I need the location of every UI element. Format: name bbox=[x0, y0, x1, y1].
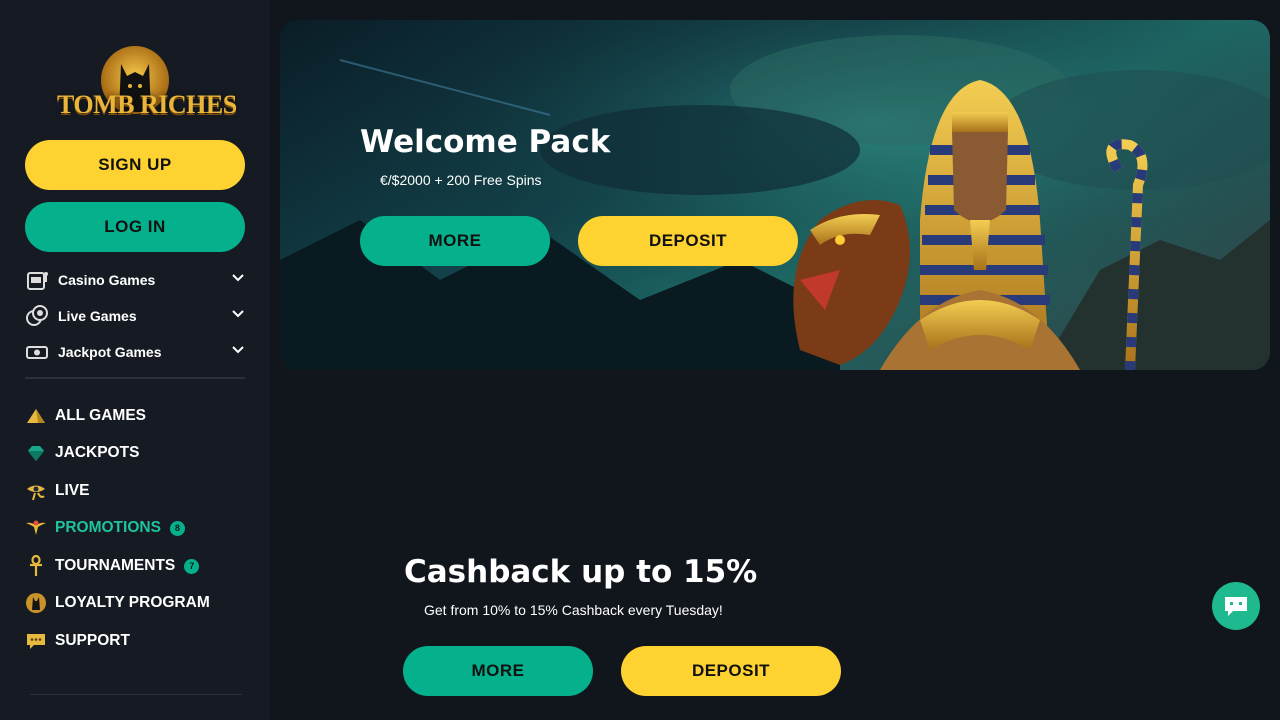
live-chat-button[interactable] bbox=[1212, 582, 1260, 630]
nav-loyalty-program[interactable]: LOYALTY PROGRAM bbox=[25, 590, 210, 616]
divider bbox=[25, 377, 245, 379]
category-live-games[interactable]: Live Games bbox=[25, 303, 245, 329]
ankh-icon bbox=[25, 555, 47, 577]
chips-icon bbox=[25, 304, 49, 328]
welcome-deposit-button[interactable]: DEPOSIT bbox=[578, 216, 798, 266]
nav-jackpots[interactable]: JACKPOTS bbox=[25, 440, 139, 466]
welcome-pack-title: Welcome Pack bbox=[360, 124, 611, 160]
cat-medallion-icon bbox=[25, 592, 47, 614]
brand-logo[interactable]: TOMB RICHES bbox=[55, 42, 237, 122]
chevron-down-icon[interactable] bbox=[231, 343, 245, 360]
nav-tournaments[interactable]: TOURNAMENTS 7 bbox=[25, 553, 200, 579]
banner-background-art bbox=[280, 20, 1270, 370]
nav-label: SUPPORT bbox=[55, 632, 130, 649]
promotions-count-badge: 8 bbox=[169, 520, 185, 536]
nav-label: JACKPOTS bbox=[55, 444, 140, 461]
cashback-more-button[interactable]: MORE bbox=[403, 646, 593, 696]
log-in-button[interactable]: LOG IN bbox=[25, 202, 245, 252]
slot-machine-icon bbox=[25, 268, 49, 292]
nav-label: ALL GAMES bbox=[55, 407, 146, 424]
cashback-title: Cashback up to 15% bbox=[404, 554, 758, 590]
gem-icon bbox=[25, 442, 47, 464]
tournaments-count-badge: 7 bbox=[184, 558, 200, 574]
category-label: Live Games bbox=[58, 308, 137, 324]
chevron-down-icon[interactable] bbox=[231, 307, 245, 324]
winged-scarab-icon bbox=[25, 517, 47, 539]
divider bbox=[30, 694, 242, 695]
logo-text: TOMB RICHES bbox=[57, 90, 237, 119]
category-jackpot-games[interactable]: Jackpot Games bbox=[25, 339, 245, 365]
category-casino-games[interactable]: Casino Games bbox=[25, 267, 245, 293]
sign-up-button[interactable]: SIGN UP bbox=[25, 140, 245, 190]
nav-label: PROMOTIONS bbox=[55, 519, 161, 536]
nav-label: LIVE bbox=[55, 482, 90, 499]
nav-label: TOURNAMENTS bbox=[55, 557, 176, 574]
nav-promotions[interactable]: PROMOTIONS 8 bbox=[25, 515, 185, 541]
nav-live[interactable]: LIVE bbox=[25, 478, 89, 504]
nav-label: LOYALTY PROGRAM bbox=[55, 594, 210, 611]
welcome-more-button[interactable]: MORE bbox=[360, 216, 550, 266]
cashback-subtitle: Get from 10% to 15% Cashback every Tuesd… bbox=[424, 602, 723, 618]
welcome-pack-banner: Welcome Pack €/$2000 + 200 Free Spins MO… bbox=[280, 20, 1270, 370]
category-label: Jackpot Games bbox=[58, 344, 162, 360]
category-label: Casino Games bbox=[58, 272, 156, 288]
cash-icon bbox=[25, 340, 49, 364]
sidebar: TOMB RICHES SIGN UP LOG IN Casino Games … bbox=[0, 0, 270, 720]
nav-all-games[interactable]: ALL GAMES bbox=[25, 403, 146, 429]
chat-bubble-icon bbox=[25, 630, 47, 652]
nav-support[interactable]: SUPPORT bbox=[25, 628, 130, 654]
eye-of-horus-icon bbox=[25, 480, 47, 502]
pyramid-icon bbox=[25, 405, 47, 427]
welcome-pack-subtitle: €/$2000 + 200 Free Spins bbox=[380, 172, 542, 188]
chevron-down-icon[interactable] bbox=[231, 271, 245, 288]
chat-robot-icon bbox=[1225, 597, 1247, 616]
cashback-deposit-button[interactable]: DEPOSIT bbox=[621, 646, 841, 696]
